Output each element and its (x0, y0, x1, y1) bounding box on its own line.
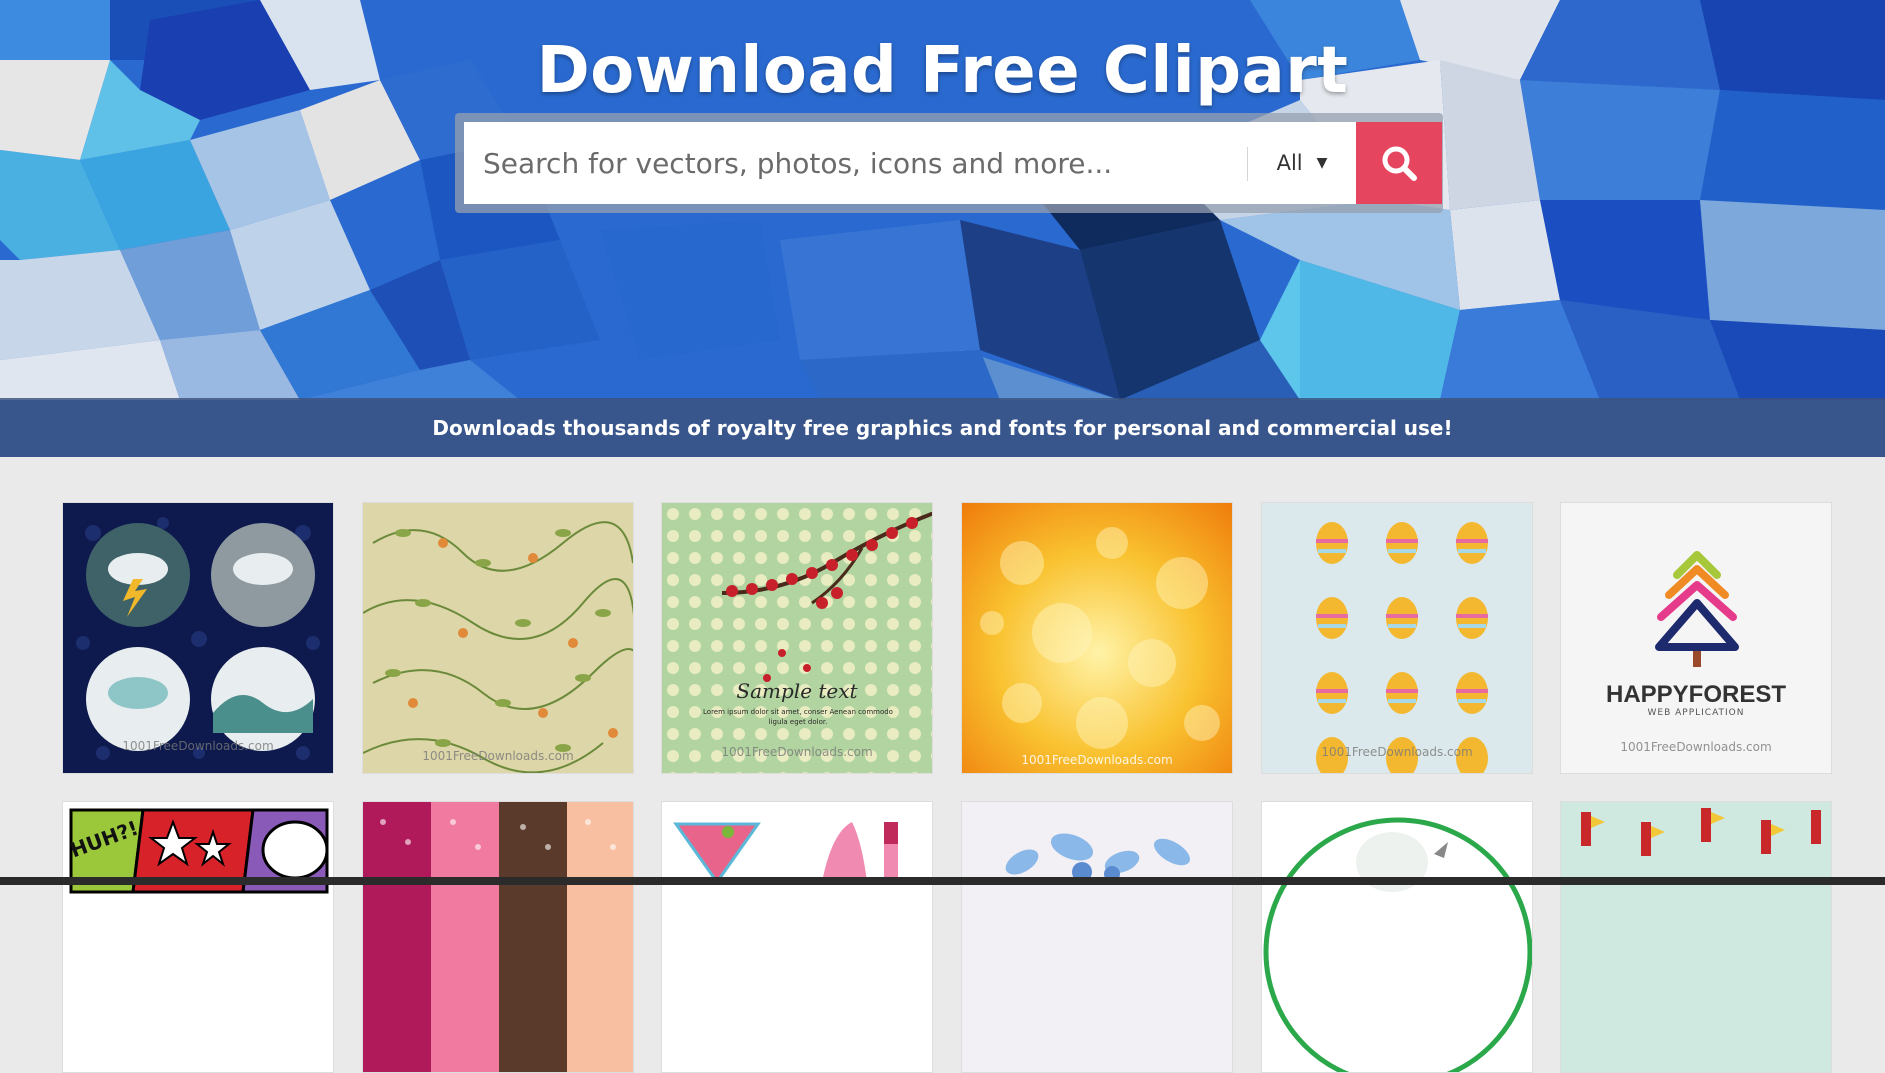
hero-banner: Download Free Clipart All ▼ Downloads th… (0, 0, 1885, 457)
caret-down-icon: ▼ (1316, 155, 1328, 171)
thumbnail-easter-egg-pattern[interactable]: 1001FreeDownloads.com (1261, 502, 1533, 774)
bottom-scroll-strip (0, 877, 1885, 885)
thumbnail-comic-stickers[interactable]: HUH?! (62, 801, 334, 1073)
category-filter-dropdown[interactable]: All ▼ (1248, 122, 1356, 204)
thumbnail-fashion-icons[interactable] (661, 801, 933, 1073)
bokeh-image (962, 503, 1232, 773)
thumbnail-watermark: 1001FreeDownloads.com (1021, 753, 1173, 767)
search-input[interactable] (464, 122, 1234, 204)
logo-subtext: WEB APPLICATION (1647, 708, 1745, 718)
easter-eggs-image (1262, 503, 1532, 773)
sample-text: Sample text (736, 679, 858, 703)
sample-subtext: Lorem ipsum dolor sit amet, conser Aenea… (703, 708, 893, 726)
thumbnail-watermark: 1001FreeDownloads.com (1321, 745, 1473, 759)
thumbnail-watermark: 1001FreeDownloads.com (422, 749, 574, 763)
fashion-image (662, 802, 932, 1072)
thumbnail-watermark: 1001FreeDownloads.com (721, 745, 873, 759)
thumbnail-christmas-pattern[interactable] (1560, 801, 1832, 1073)
search-icon (1382, 146, 1417, 181)
page-title: Download Free Clipart (536, 34, 1349, 108)
cherry-blossom-image (662, 503, 932, 773)
floral-pattern-image (363, 503, 633, 773)
tagline: Downloads thousands of royalty free grap… (432, 415, 1453, 440)
green-badge-image (1262, 802, 1532, 1072)
category-filter-value: All (1276, 151, 1303, 175)
christmas-image (1561, 802, 1831, 1072)
search-button[interactable] (1356, 122, 1442, 204)
thumbnail-cherry-blossom-polka-dot[interactable]: Sample text Lorem ipsum dolor sit amet, … (661, 502, 933, 774)
thumbnail-watermark: 1001FreeDownloads.com (1620, 740, 1772, 754)
thumbnail-weather-icons[interactable]: 1001FreeDownloads.com (62, 502, 334, 774)
weather-icons-image (63, 503, 333, 773)
logo-text: HAPPYFOREST (1605, 681, 1787, 708)
thumbnail-hearts-patterns[interactable] (362, 801, 634, 1073)
thumbnail-watermark: 1001FreeDownloads.com (122, 739, 274, 753)
thumbnail-vintage-floral-pattern[interactable]: 1001FreeDownloads.com (362, 502, 634, 774)
tagline-bar: Downloads thousands of royalty free grap… (0, 398, 1885, 457)
blue-floral-image (962, 802, 1232, 1072)
tree-logo-icon (1561, 503, 1831, 773)
thumbnail-golden-bokeh-background[interactable]: 1001FreeDownloads.com (961, 502, 1233, 774)
thumbnail-happyforest-logo[interactable]: HAPPYFOREST WEB APPLICATION 1001FreeDown… (1560, 502, 1832, 774)
search-bar: All ▼ (464, 122, 1442, 204)
hearts-image (363, 802, 633, 1072)
thumbnail-green-circle-badge[interactable] (1261, 801, 1533, 1073)
thumbnail-blue-floral-ornament[interactable] (961, 801, 1233, 1073)
search-container: All ▼ (455, 113, 1443, 213)
